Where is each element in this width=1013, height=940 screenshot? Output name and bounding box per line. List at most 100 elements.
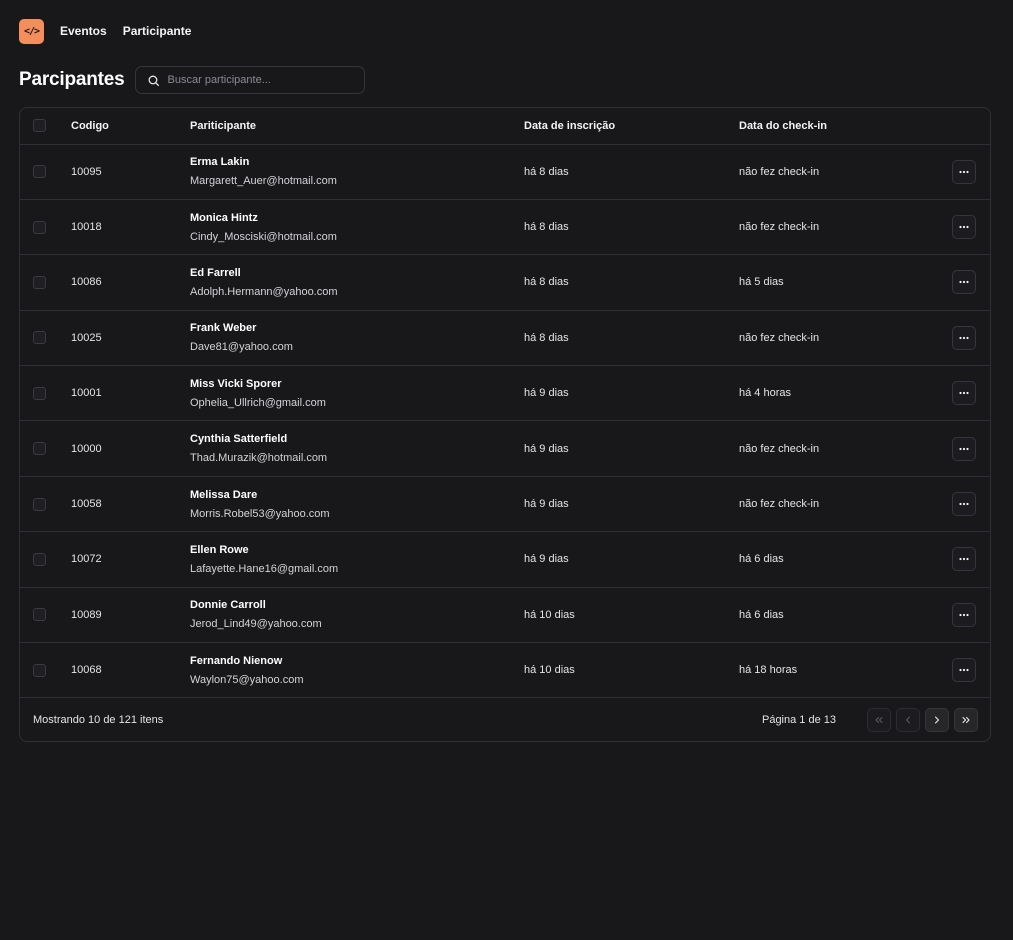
table-row: 10058 Melissa Dare Morris.Robel53@yahoo.co…	[20, 476, 990, 533]
more-horizontal-icon	[959, 170, 969, 173]
more-horizontal-icon	[959, 336, 969, 339]
participant-name: Erma Lakin	[190, 156, 250, 169]
app: </> Eventos Participante Parcipantes Cod…	[0, 0, 1013, 743]
participant-email: Adolph.Hermann@yahoo.com	[190, 285, 338, 298]
checkin-date: não fez check-in	[739, 310, 939, 367]
more-horizontal-icon	[959, 225, 969, 229]
row-actions-button[interactable]	[952, 547, 976, 572]
participant-name: Ed Farrell	[190, 266, 241, 279]
participant-name: Cynthia Satterfield	[190, 433, 288, 446]
table-row: 10095 Erma Lakin Margarett_Auer@hotmail.co…	[20, 144, 990, 200]
select-all-checkbox[interactable]	[33, 119, 46, 133]
participant-name: Fernando Nienow	[190, 654, 283, 667]
row-checkbox[interactable]	[33, 442, 46, 456]
participant-name: Monica Hintz	[190, 211, 258, 224]
row-checkbox[interactable]	[33, 220, 46, 234]
chevron-right-icon	[935, 716, 939, 724]
participant-email: Morris.Robel53@yahoo.com	[190, 507, 330, 520]
row-actions-button[interactable]	[952, 325, 976, 350]
table-row: 10001 Miss Vicki Sporer Ophelia_Ullrich@gm…	[20, 365, 990, 422]
participant-name: Frank Weber	[190, 322, 257, 335]
table-row: 10018 Monica Hintz Cindy_Mosciski@hotmail.…	[20, 199, 990, 256]
participant-code: 10018	[71, 199, 190, 256]
participant-email: Jerod_Lind49@yahoo.com	[190, 618, 322, 631]
previous-page-button[interactable]	[896, 707, 920, 732]
registration-date: há 10 dias	[524, 587, 739, 644]
row-checkbox[interactable]	[33, 275, 46, 289]
title-bar: Parcipantes	[19, 66, 991, 94]
first-page-button[interactable]	[867, 707, 891, 732]
col-header-actions	[939, 108, 990, 145]
row-checkbox[interactable]	[33, 331, 46, 345]
col-header-checkin[interactable]: Data do check-in	[739, 108, 939, 145]
participant-code: 10058	[71, 476, 190, 533]
search-icon	[148, 75, 159, 86]
participant-code: 10095	[71, 144, 190, 200]
more-horizontal-icon	[959, 558, 969, 561]
row-checkbox[interactable]	[33, 386, 46, 400]
table-header-row: Codigo Pariticipante Data de inscrição D…	[20, 108, 990, 145]
checkin-date: não fez check-in	[739, 199, 939, 256]
table-row: 10086 Ed Farrell Adolph.Hermann@yahoo.com h…	[20, 254, 990, 311]
row-checkbox[interactable]	[33, 552, 46, 566]
participant-code: 10068	[71, 642, 190, 699]
nav-link-eventos[interactable]: Eventos	[60, 24, 107, 38]
checkin-date: não fez check-in	[739, 144, 939, 200]
table-row: 10089 Donnie Carroll Jerod_Lind49@yahoo.co…	[20, 587, 990, 644]
col-header-code[interactable]: Codigo	[71, 108, 190, 145]
chevron-left-icon	[906, 716, 910, 724]
nav-link-participante[interactable]: Participante	[123, 24, 192, 38]
table-footer: Mostrando 10 de 121 itens Página 1 de 13	[20, 698, 990, 741]
row-actions-button[interactable]	[952, 492, 976, 517]
chevrons-left-icon	[875, 716, 883, 723]
row-actions-button[interactable]	[952, 381, 976, 406]
search-input[interactable]	[167, 74, 358, 86]
col-header-participant[interactable]: Pariticipante	[190, 108, 524, 145]
row-actions-button[interactable]	[952, 215, 976, 240]
participant-code: 10025	[71, 310, 190, 367]
participant-code: 10072	[71, 531, 190, 588]
more-horizontal-icon	[959, 281, 969, 284]
participant-email: Waylon75@yahoo.com	[190, 673, 304, 686]
participant-code: 10000	[71, 420, 190, 477]
row-actions-button[interactable]	[952, 602, 976, 627]
registration-date: há 8 dias	[524, 310, 739, 367]
more-horizontal-icon	[959, 669, 969, 672]
participants-table: Codigo Pariticipante Data de inscrição D…	[19, 107, 991, 743]
participant-email: Margarett_Auer@hotmail.com	[190, 175, 337, 188]
registration-date: há 9 dias	[524, 365, 739, 422]
checkin-date: há 4 horas	[739, 365, 939, 422]
registration-date: há 10 dias	[524, 642, 739, 699]
registration-date: há 9 dias	[524, 476, 739, 533]
last-page-button[interactable]	[954, 707, 978, 732]
row-actions-button[interactable]	[952, 159, 976, 184]
more-horizontal-icon	[959, 502, 969, 506]
row-checkbox[interactable]	[33, 663, 46, 677]
next-page-button[interactable]	[925, 707, 949, 732]
participant-code: 10001	[71, 365, 190, 422]
checkin-date: há 18 horas	[739, 642, 939, 699]
row-actions-button[interactable]	[952, 436, 976, 461]
search-box[interactable]	[134, 66, 365, 94]
page-info: Página 1 de 13	[761, 713, 836, 726]
row-checkbox[interactable]	[33, 608, 46, 622]
col-header-registered[interactable]: Data de inscrição	[524, 108, 739, 145]
participant-name: Melissa Dare	[190, 488, 258, 501]
logo-code-icon[interactable]: </>	[19, 18, 44, 44]
more-horizontal-icon	[959, 392, 969, 395]
checkin-date: há 6 dias	[739, 531, 939, 588]
checkin-date: há 5 dias	[739, 254, 939, 311]
row-actions-button[interactable]	[952, 270, 976, 295]
participant-email: Lafayette.Hane16@gmail.com	[190, 562, 339, 575]
items-count: Mostrando 10 de 121 itens	[33, 713, 164, 726]
row-checkbox[interactable]	[33, 497, 46, 511]
page-title: Parcipantes	[19, 69, 125, 90]
row-actions-button[interactable]	[952, 658, 976, 683]
more-horizontal-icon	[959, 447, 969, 450]
table-row: 10068 Fernando Nienow Waylon75@yahoo.com há…	[20, 642, 990, 699]
row-checkbox[interactable]	[33, 165, 46, 179]
participant-email: Ophelia_Ullrich@gmail.com	[190, 396, 326, 409]
participant-email: Cindy_Mosciski@hotmail.com	[190, 230, 337, 243]
registration-date: há 8 dias	[524, 199, 739, 256]
table-row: 10025 Frank Weber Dave81@yahoo.com há 8 dia…	[20, 310, 990, 367]
